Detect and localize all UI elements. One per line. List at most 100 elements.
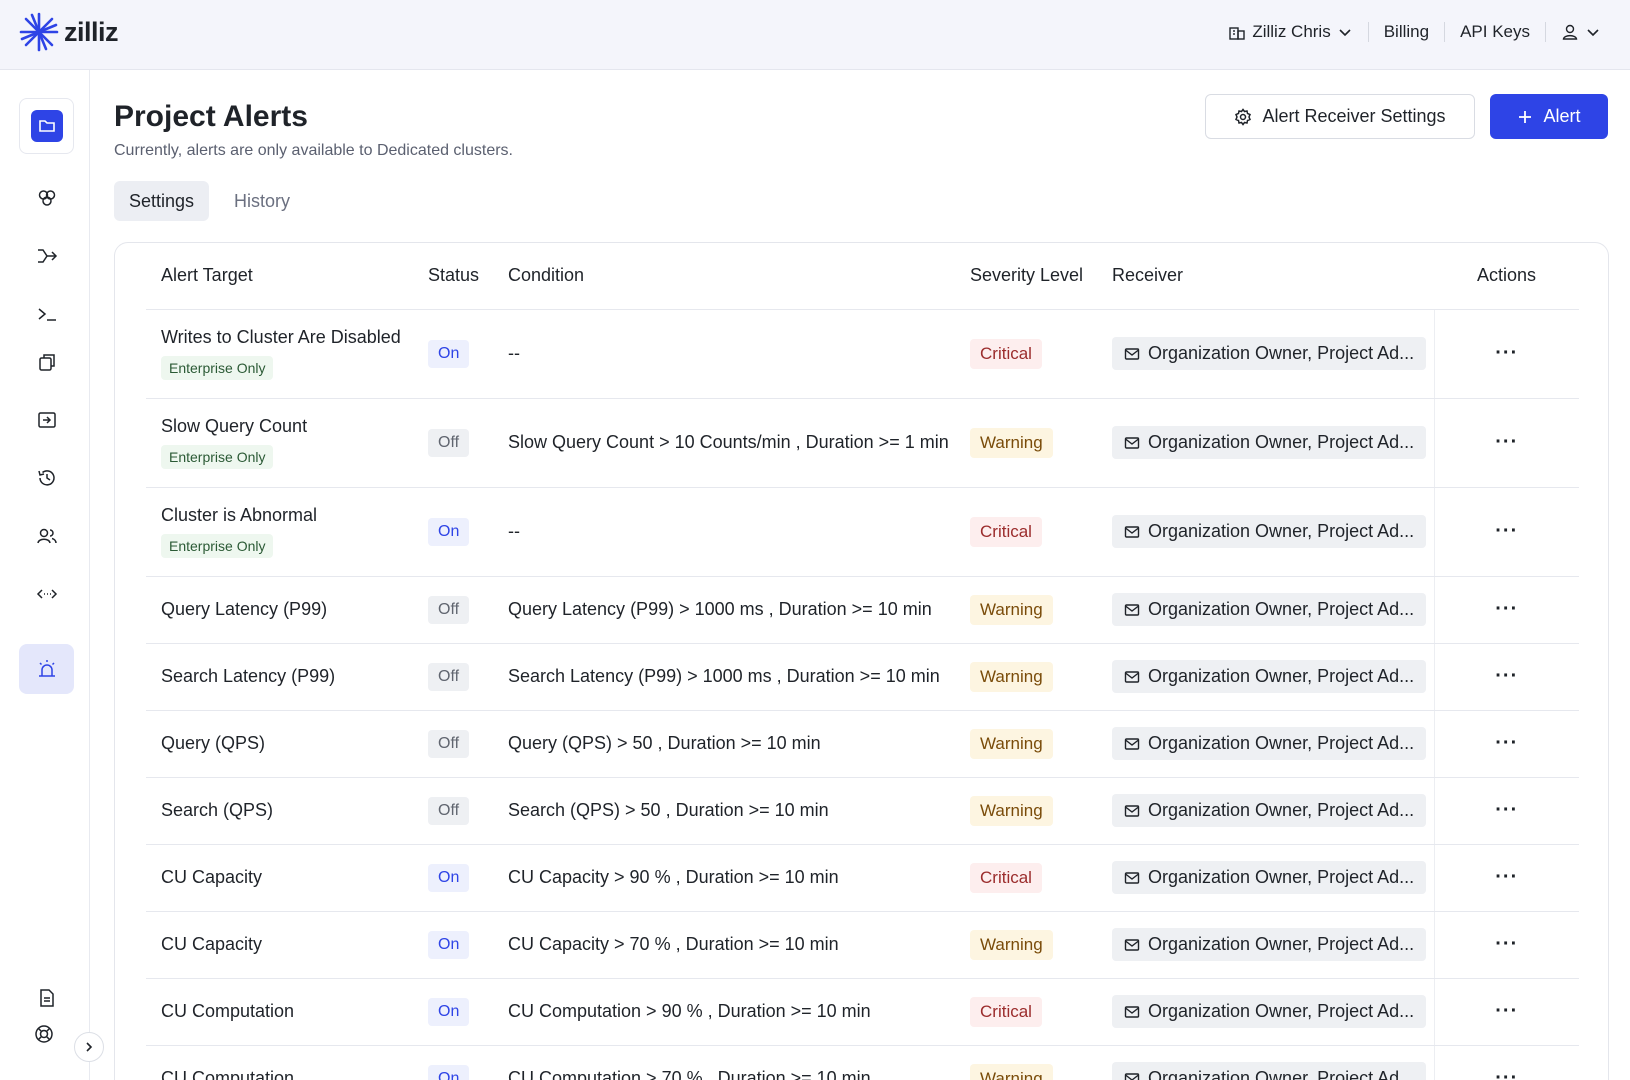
alert-target-name: CU Capacity xyxy=(161,934,263,954)
receiver-tag[interactable]: Organization Owner, Project Ad... xyxy=(1112,727,1427,760)
cell-status: On xyxy=(413,978,493,1046)
receiver-tag[interactable]: Organization Owner, Project Ad... xyxy=(1112,794,1427,827)
more-actions-icon[interactable]: ··· xyxy=(1495,732,1518,754)
severity-badge: Warning xyxy=(970,427,1053,458)
sidebar-item-import[interactable] xyxy=(19,395,74,445)
header-condition[interactable]: Condition xyxy=(493,243,955,310)
gear-icon xyxy=(1235,107,1252,126)
cell-condition: Slow Query Count > 10 Counts/min , Durat… xyxy=(493,398,955,488)
receiver-tag[interactable]: Organization Owner, Project Ad... xyxy=(1112,1062,1427,1080)
cell-condition: CU Capacity > 70 % , Duration >= 10 min xyxy=(493,911,955,979)
sidebar-item-backups[interactable] xyxy=(19,337,74,387)
header-severity-level[interactable]: Severity Level xyxy=(955,243,1097,310)
more-actions-icon[interactable]: ··· xyxy=(1495,665,1518,687)
receiver-tag[interactable]: Organization Owner, Project Ad... xyxy=(1112,861,1427,894)
sidebar-item-alerts[interactable] xyxy=(19,644,74,694)
cell-severity: Critical xyxy=(955,978,1097,1046)
zilliz-logo[interactable]: zilliz xyxy=(18,11,119,53)
sidebar-item-members[interactable] xyxy=(19,511,74,561)
more-actions-icon[interactable]: ··· xyxy=(1495,598,1518,620)
sidebar-item-support[interactable] xyxy=(14,1016,74,1052)
cell-condition: CU Capacity > 90 % , Duration >= 10 min xyxy=(493,844,955,912)
top-bar: zilliz Zilliz Chris Billing API Keys xyxy=(0,0,1630,70)
user-menu[interactable] xyxy=(1546,23,1616,41)
receiver-tag[interactable]: Organization Owner, Project Ad... xyxy=(1112,426,1427,459)
header-alert-target[interactable]: Alert Target xyxy=(146,243,413,310)
table-row: CU Computation On CU Computation > 70 % , … xyxy=(146,1045,1579,1080)
alert-target-name: Slow Query Count xyxy=(161,416,308,436)
receiver-tag[interactable]: Organization Owner, Project Ad... xyxy=(1112,995,1427,1028)
sidebar-expand-button[interactable] xyxy=(74,1032,104,1062)
alert-target-name: Writes to Cluster Are Disabled xyxy=(161,327,401,347)
sidebar-item-history[interactable] xyxy=(19,453,74,503)
table-row: Slow Query Count Enterprise Only Off Slow Q… xyxy=(146,398,1579,488)
more-actions-icon[interactable]: ··· xyxy=(1495,933,1518,955)
cell-severity: Critical xyxy=(955,844,1097,912)
header-status[interactable]: Status xyxy=(413,243,493,310)
tab-history[interactable]: History xyxy=(219,181,305,221)
mail-icon xyxy=(1124,804,1140,817)
sidebar xyxy=(0,70,104,1080)
billing-link[interactable]: Billing xyxy=(1369,22,1444,42)
cell-receiver: Organization Owner, Project Ad... xyxy=(1097,844,1434,912)
severity-badge: Critical xyxy=(970,516,1042,547)
cell-alert-target: CU Computation xyxy=(146,978,413,1046)
cell-alert-target: Search (QPS) xyxy=(146,777,413,845)
cell-actions: ··· xyxy=(1433,978,1579,1046)
more-actions-icon[interactable]: ··· xyxy=(1495,1067,1518,1080)
tab-settings[interactable]: Settings xyxy=(114,181,210,221)
header-actions: Actions xyxy=(1434,243,1579,310)
status-badge: Off xyxy=(428,729,470,758)
import-icon xyxy=(37,412,56,428)
top-right-nav: Zilliz Chris Billing API Keys xyxy=(1213,0,1616,64)
receiver-tag[interactable]: Organization Owner, Project Ad... xyxy=(1112,593,1427,626)
members-icon xyxy=(36,528,57,544)
more-actions-icon[interactable]: ··· xyxy=(1495,1000,1518,1022)
receiver-tag[interactable]: Organization Owner, Project Ad... xyxy=(1112,928,1427,961)
cell-receiver: Organization Owner, Project Ad... xyxy=(1097,777,1434,845)
zilliz-star-icon xyxy=(19,12,59,52)
sidebar-item-terminal[interactable] xyxy=(19,289,74,339)
cell-receiver: Organization Owner, Project Ad... xyxy=(1097,487,1434,577)
folder-icon xyxy=(30,110,63,142)
receiver-tag[interactable]: Organization Owner, Project Ad... xyxy=(1112,515,1427,548)
alert-receiver-settings-button[interactable]: Alert Receiver Settings xyxy=(1205,94,1475,139)
more-actions-icon[interactable]: ··· xyxy=(1495,342,1518,364)
chevron-down-icon xyxy=(1587,29,1599,37)
cell-status: Off xyxy=(413,398,493,488)
receiver-text: Organization Owner, Project Ad... xyxy=(1148,1001,1415,1021)
sidebar-item-docs[interactable] xyxy=(19,980,74,1016)
cell-status: Off xyxy=(413,643,493,711)
cell-alert-target: Search Latency (P99) xyxy=(146,643,413,711)
receiver-text: Organization Owner, Project Ad... xyxy=(1148,1068,1415,1080)
alert-target-name: Query Latency (P99) xyxy=(161,599,328,619)
more-actions-icon[interactable]: ··· xyxy=(1495,799,1518,821)
status-badge: On xyxy=(428,863,470,892)
cell-actions: ··· xyxy=(1433,643,1579,711)
receiver-tag[interactable]: Organization Owner, Project Ad... xyxy=(1112,660,1427,693)
sidebar-item-project[interactable] xyxy=(19,98,74,154)
cell-receiver: Organization Owner, Project Ad... xyxy=(1097,398,1434,488)
api-keys-link[interactable]: API Keys xyxy=(1445,22,1545,42)
sidebar-item-clusters[interactable] xyxy=(19,173,74,223)
receiver-text: Organization Owner, Project Ad... xyxy=(1148,666,1415,686)
clusters-icon xyxy=(38,190,55,206)
org-switcher[interactable]: Zilliz Chris xyxy=(1213,22,1367,42)
org-name: Zilliz Chris xyxy=(1252,22,1331,41)
add-alert-button[interactable]: Alert xyxy=(1490,94,1608,139)
cell-receiver: Organization Owner, Project Ad... xyxy=(1097,309,1434,399)
table-row: Query Latency (P99) Off Query Latency (P99… xyxy=(146,576,1579,644)
alert-target-name: Cluster is Abnormal xyxy=(161,505,318,525)
receiver-text: Organization Owner, Project Ad... xyxy=(1148,599,1415,619)
mail-icon xyxy=(1124,525,1140,538)
cell-condition: Search (QPS) > 50 , Duration >= 10 min xyxy=(493,777,955,845)
sidebar-item-pipelines[interactable] xyxy=(19,231,74,281)
more-actions-icon[interactable]: ··· xyxy=(1495,866,1518,888)
alert-tabs: Settings History xyxy=(114,181,305,221)
sidebar-item-api[interactable] xyxy=(19,569,74,619)
header-receiver[interactable]: Receiver xyxy=(1097,243,1434,310)
receiver-tag[interactable]: Organization Owner, Project Ad... xyxy=(1112,337,1427,370)
more-actions-icon[interactable]: ··· xyxy=(1495,520,1518,542)
more-actions-icon[interactable]: ··· xyxy=(1495,431,1518,453)
cell-severity: Warning xyxy=(955,911,1097,979)
